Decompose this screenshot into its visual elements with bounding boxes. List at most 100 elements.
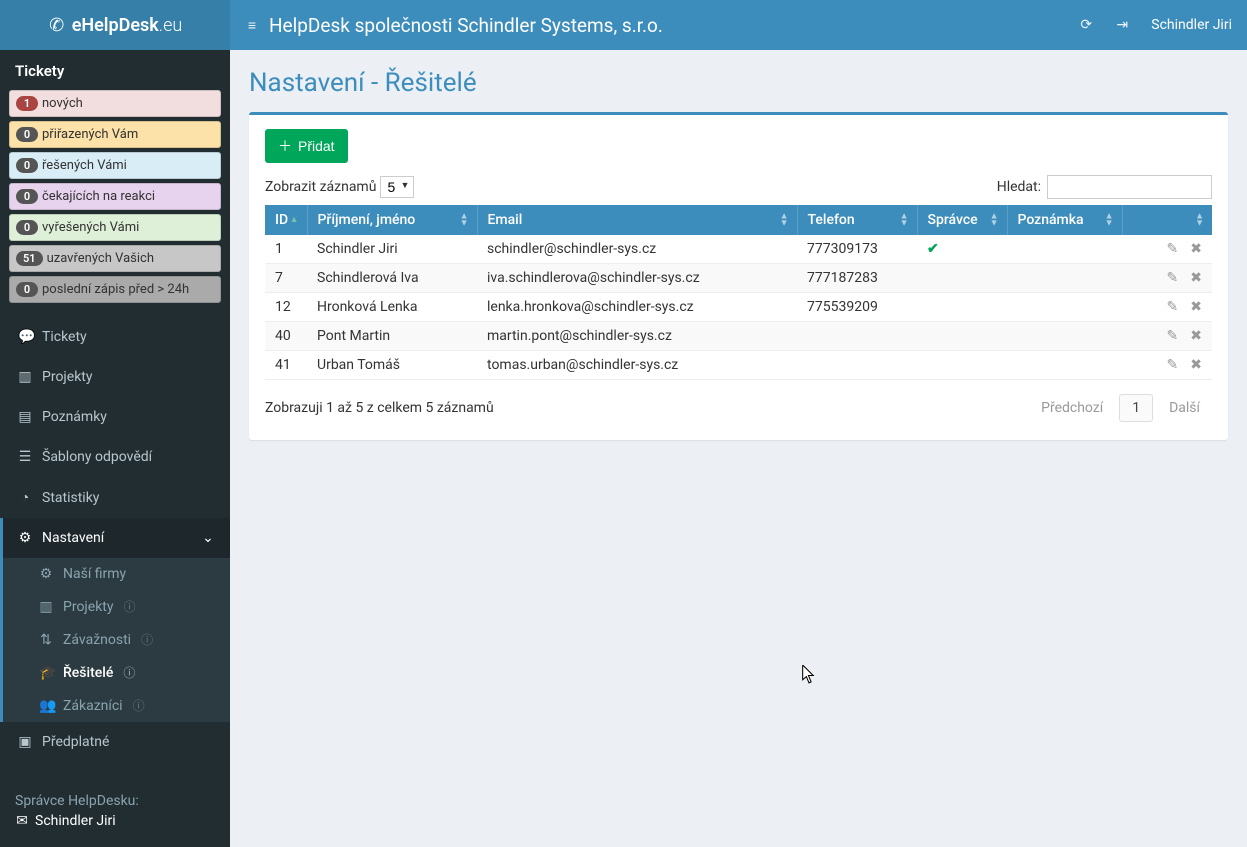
delete-icon[interactable]: ✖: [1190, 357, 1202, 373]
piechart-icon: ◔: [18, 489, 32, 506]
pager-page-1[interactable]: 1: [1119, 394, 1153, 422]
cell-actions: ✎✖: [1122, 322, 1212, 351]
col-name[interactable]: Příjmení, jméno▲▼: [307, 205, 477, 235]
solvers-table: ID▲ Příjmení, jméno▲▼ Email▲▼ Telefon▲▼ …: [265, 205, 1212, 380]
subnav-Naší firmy[interactable]: ⚙Naší firmy: [3, 558, 230, 590]
filter-count: 0: [16, 158, 38, 173]
sidebar: Tickety 1nových0přiřazených Vám0řešených…: [0, 50, 230, 847]
topbar-content: ≡ HelpDesk společnosti Schindler Systems…: [230, 14, 1247, 37]
admin-label: Správce HelpDesku:: [15, 793, 215, 809]
cell-admin: [917, 351, 1007, 380]
brand-logo[interactable]: ✆ eHelpDesk.eu: [0, 0, 230, 50]
sort-icon: ▲: [290, 217, 299, 223]
delete-icon[interactable]: ✖: [1190, 328, 1202, 344]
table-footer: Zobrazuji 1 až 5 z celkem 5 záznamů Před…: [265, 394, 1212, 422]
col-phone[interactable]: Telefon▲▼: [797, 205, 917, 235]
pager: Předchozí 1 Další: [1029, 394, 1212, 422]
subnav-Zákazníci[interactable]: 👥Zákazníci ⓘ: [3, 689, 230, 722]
delete-icon[interactable]: ✖: [1190, 270, 1202, 286]
filter-count: 0: [16, 189, 38, 204]
ticket-filter-1[interactable]: 0přiřazených Vám: [9, 121, 221, 148]
table-info: Zobrazuji 1 až 5 z celkem 5 záznamů: [265, 400, 494, 416]
ticket-filter-4[interactable]: 0 vyřešených Vámi: [9, 214, 221, 241]
gears-icon: ⚙: [18, 530, 32, 546]
length-select[interactable]: 5: [380, 176, 414, 198]
nav-tickety[interactable]: 💬Tickety: [3, 317, 230, 357]
filter-count: 0: [16, 282, 38, 297]
cell-note: [1007, 235, 1122, 264]
subnav-icon: 🎓: [39, 665, 53, 681]
cell-phone: 777187283: [797, 264, 917, 293]
nav-projekty[interactable]: ▥Projekty: [3, 357, 230, 397]
cell-email: martin.pont@schindler-sys.cz: [477, 322, 797, 351]
filter-label: poslední zápis před > 24h: [42, 282, 189, 297]
ticket-filter-2[interactable]: 0řešených Vámi: [9, 152, 221, 179]
table-row: 12Hronková Lenkalenka.hronkova@schindler…: [265, 293, 1212, 322]
sort-icon: ▲▼: [900, 214, 909, 227]
cell-email: lenka.hronkova@schindler-sys.cz: [477, 293, 797, 322]
cell-actions: ✎✖: [1122, 351, 1212, 380]
add-button[interactable]: ＋ Přidat: [265, 129, 348, 163]
col-note[interactable]: Poznámka▲▼: [1007, 205, 1122, 235]
delete-icon[interactable]: ✖: [1190, 241, 1202, 257]
subnav-Řešitelé[interactable]: 🎓Řešitelé ⓘ: [3, 656, 230, 689]
ticket-filter-0[interactable]: 1nových: [9, 90, 221, 117]
sidebar-footer: Správce HelpDesku: ✉Schindler Jiri: [0, 779, 230, 847]
edit-icon[interactable]: ✎: [1167, 270, 1179, 286]
sidebar-nav: 💬Tickety ▥Projekty ▤Poznámky ☰Šablony od…: [0, 317, 230, 762]
col-id[interactable]: ID▲: [265, 205, 307, 235]
pager-next[interactable]: Další: [1157, 395, 1212, 421]
pager-prev[interactable]: Předchozí: [1029, 395, 1115, 421]
money-icon: ▣: [18, 734, 32, 750]
cell-name: Pont Martin: [307, 322, 477, 351]
info-icon: ⓘ: [124, 598, 136, 615]
nav-statistiky[interactable]: ◔Statistiky: [3, 477, 230, 518]
ticket-filter-5[interactable]: 51uzavřených Vašich: [9, 245, 221, 272]
settings-subnav: ⚙Naší firmy▥Projekty ⓘ⇅Závažnosti ⓘ🎓Řeši…: [3, 558, 230, 722]
logout-icon[interactable]: ⇥: [1115, 17, 1129, 33]
plus-icon: ＋: [278, 136, 292, 156]
admin-link[interactable]: ✉Schindler Jiri: [15, 813, 215, 829]
cell-name: Schindler Jiri: [307, 235, 477, 264]
subnav-icon: ⚙: [39, 566, 53, 582]
delete-icon[interactable]: ✖: [1190, 299, 1202, 315]
subnav-Projekty[interactable]: ▥Projekty ⓘ: [3, 590, 230, 623]
table-row: 41Urban Tomáštomas.urban@schindler-sys.c…: [265, 351, 1212, 380]
cell-actions: ✎✖: [1122, 235, 1212, 264]
col-admin[interactable]: Správce▲▼: [917, 205, 1007, 235]
nav-sablony[interactable]: ☰Šablony odpovědí: [3, 437, 230, 477]
cell-id: 40: [265, 322, 307, 351]
refresh-icon[interactable]: ⟳: [1079, 17, 1093, 33]
nav-predplatne[interactable]: ▣Předplatné: [3, 722, 230, 762]
cell-email: tomas.urban@schindler-sys.cz: [477, 351, 797, 380]
sort-icon: ▲▼: [1105, 214, 1114, 227]
filter-label: vyřešených Vámi: [42, 220, 139, 235]
col-actions: ▲▼: [1122, 205, 1212, 235]
table-row: 40Pont Martinmartin.pont@schindler-sys.c…: [265, 322, 1212, 351]
cell-actions: ✎✖: [1122, 264, 1212, 293]
menu-toggle-icon[interactable]: ≡: [245, 17, 259, 34]
edit-icon[interactable]: ✎: [1167, 299, 1179, 315]
filter-count: 0: [16, 220, 38, 235]
nav-poznamky[interactable]: ▤Poznámky: [3, 397, 230, 437]
col-email[interactable]: Email▲▼: [477, 205, 797, 235]
ticket-filter-3[interactable]: 0čekajících na reakci: [9, 183, 221, 210]
sort-icon: ▲▼: [990, 214, 999, 227]
edit-icon[interactable]: ✎: [1167, 357, 1179, 373]
sort-icon: ▲▼: [1195, 214, 1204, 227]
subnav-Závažnosti[interactable]: ⇅Závažnosti ⓘ: [3, 623, 230, 656]
cell-note: [1007, 264, 1122, 293]
edit-icon[interactable]: ✎: [1167, 328, 1179, 344]
edit-icon[interactable]: ✎: [1167, 241, 1179, 257]
sort-icon: ▲▼: [780, 214, 789, 227]
brand-prefix: eHelpDesk: [72, 15, 159, 36]
envelope-icon: ✉: [15, 813, 29, 829]
nav-nastaveni[interactable]: ⚙Nastavení⌄: [3, 518, 230, 558]
search-input[interactable]: [1047, 175, 1212, 199]
cell-name: Urban Tomáš: [307, 351, 477, 380]
cell-phone: 777309173: [797, 235, 917, 264]
ticket-filter-6[interactable]: 0 poslední zápis před > 24h: [9, 276, 221, 303]
current-user[interactable]: Schindler Jiri: [1151, 17, 1232, 33]
filter-label: přiřazených Vám: [42, 127, 138, 142]
table-row: 7Schindlerová Ivaiva.schindlerova@schind…: [265, 264, 1212, 293]
